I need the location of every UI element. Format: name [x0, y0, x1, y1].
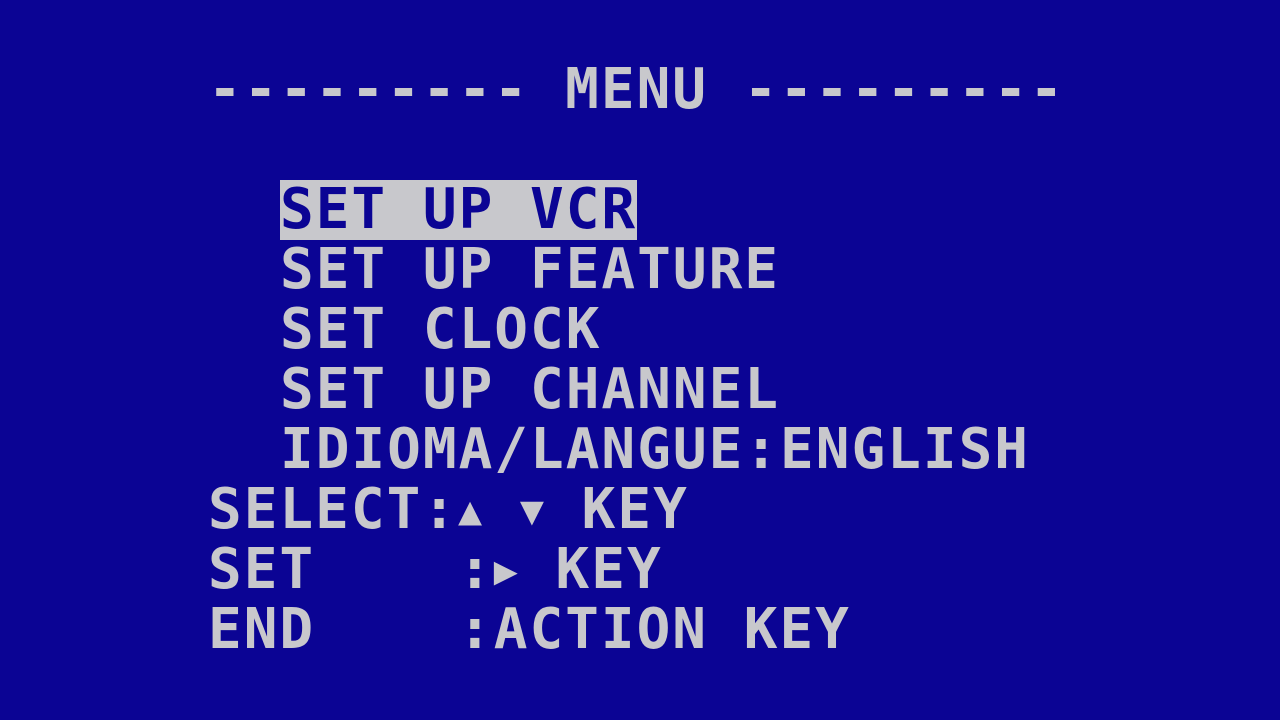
hint-set: SET :▶ KEY	[208, 540, 663, 600]
hint-end-label: END	[208, 597, 316, 662]
vcr-menu-screen: --------- MENU --------- SET UP VCR SET …	[0, 0, 1280, 720]
hint-select-separator: :	[422, 477, 459, 542]
hint-end: END :ACTION KEY	[208, 600, 851, 660]
hint-select-label: SELECT	[208, 477, 423, 542]
hint-select-key: KEY	[581, 477, 689, 542]
menu-item-set-up-vcr[interactable]: SET UP VCR	[280, 180, 638, 240]
hint-set-separator: :	[458, 537, 494, 602]
menu-title-bar: --------- MENU ---------	[208, 60, 1065, 120]
hint-end-action: ACTION KEY	[493, 597, 851, 662]
up-triangle-icon: ▲	[458, 488, 485, 534]
hint-set-key: KEY	[555, 537, 663, 602]
title-right-rule: ---------	[743, 57, 1066, 122]
hint-select: SELECT:▲ ▼ KEY	[208, 480, 689, 540]
title-left-rule: ---------	[208, 57, 530, 122]
menu-item-language[interactable]: IDIOMA/LANGUE:ENGLISH	[280, 420, 1030, 480]
hint-end-separator: :	[458, 597, 494, 662]
menu-item-set-up-channel[interactable]: SET UP CHANNEL	[280, 360, 780, 420]
menu-item-set-up-feature[interactable]: SET UP FEATURE	[280, 240, 780, 300]
menu-title: MENU	[565, 57, 709, 122]
right-triangle-icon: ▶	[493, 548, 520, 594]
down-triangle-icon: ▼	[519, 488, 546, 534]
hint-set-label: SET	[208, 537, 316, 602]
menu-item-set-clock[interactable]: SET CLOCK	[280, 300, 601, 360]
